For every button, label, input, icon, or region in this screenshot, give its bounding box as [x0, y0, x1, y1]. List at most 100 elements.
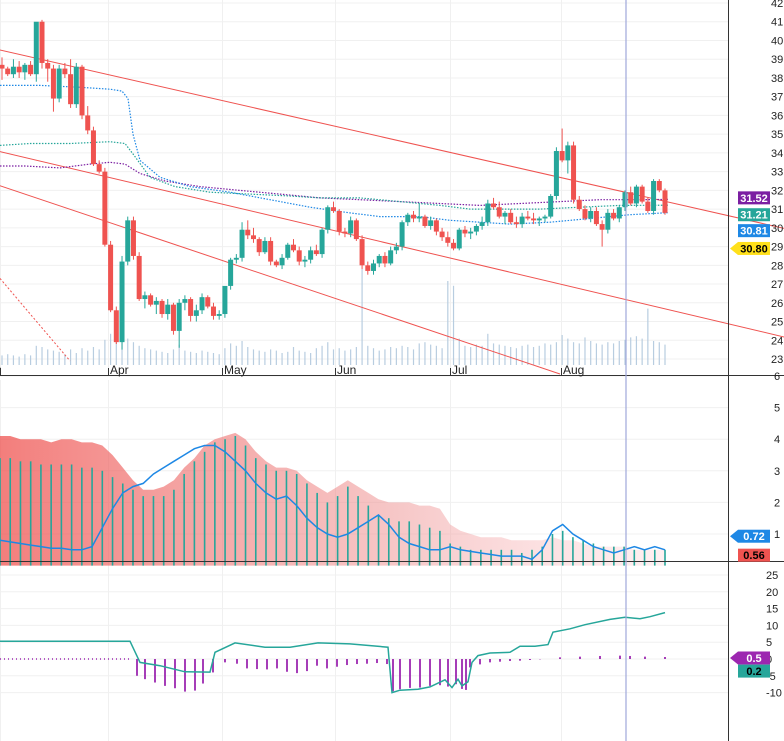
price-y-tick-label: 31 [771, 204, 783, 216]
candle-body [536, 218, 542, 221]
x-axis-tick-label: Jul [452, 363, 467, 377]
candle-body [508, 212, 514, 223]
candle-body [405, 214, 411, 223]
candle-body [576, 199, 582, 210]
candle [188, 297, 194, 322]
candle-body [222, 285, 228, 315]
last-value-tag: 0.72 [730, 529, 770, 543]
last-value-tag: 31.21 [738, 208, 770, 222]
candle [371, 259, 377, 275]
candle [222, 285, 228, 318]
candle [342, 227, 348, 238]
indicator1-y-tick-label: 5 [774, 403, 780, 415]
candle-body [456, 229, 462, 249]
candle-body [5, 68, 11, 75]
price-y-tick-label: 24 [771, 335, 783, 347]
candle [96, 160, 102, 174]
candle [296, 246, 302, 266]
last-value-tag: 0.5 [730, 651, 770, 665]
candle-body [170, 304, 176, 331]
candle-body [325, 207, 331, 230]
candle-body [308, 250, 314, 260]
x-axis-tick-label: Jun [337, 363, 356, 377]
candle-body [462, 229, 468, 234]
candle [182, 295, 188, 311]
candle [28, 61, 34, 77]
candle-body [593, 210, 599, 225]
price-y-tick-label: 23 [771, 354, 783, 366]
candle [153, 297, 159, 315]
candle [210, 302, 216, 320]
tag-value: 30.80 [740, 243, 768, 255]
candle [10, 59, 16, 78]
candle-body [319, 229, 325, 255]
candle [50, 64, 56, 112]
candle [33, 21, 39, 82]
candlestick-series [0, 19, 668, 350]
candle-body [90, 130, 96, 165]
candle [5, 66, 11, 77]
candle-body [22, 64, 28, 73]
dashed-trend-line [0, 278, 71, 362]
candle-body [371, 263, 377, 271]
price-y-tick-label: 26 [771, 298, 783, 310]
candle-body [228, 259, 234, 286]
candle [142, 291, 148, 309]
candle-body [599, 224, 605, 230]
candle-body [445, 237, 451, 243]
price-y-tick-label: 39 [771, 54, 783, 66]
candle [136, 252, 142, 301]
last-value-tag: 0.56 [738, 548, 770, 562]
x-axis-labels: ar Apr May Jun Jul Aug [0, 363, 584, 377]
candle-body [422, 216, 428, 226]
candle-body [645, 201, 651, 211]
candle-body [399, 222, 405, 247]
candle [496, 201, 502, 219]
candle-body [485, 203, 491, 223]
candle-body [519, 216, 525, 225]
candle-body [416, 216, 422, 219]
indicator1-y-tick-label: 3 [774, 466, 780, 478]
candle-body [639, 186, 645, 202]
last-value-tag: 30.81 [738, 224, 770, 238]
candle-body [68, 74, 74, 105]
candle-body [153, 300, 159, 305]
candle [113, 306, 119, 345]
candle-body [531, 218, 537, 221]
candle-body [605, 212, 611, 230]
candle-body [165, 304, 171, 315]
candle-body [296, 250, 302, 262]
indicator2-line [0, 611, 666, 694]
candle-body [148, 295, 154, 305]
candle [422, 214, 428, 228]
candle [359, 235, 365, 270]
candle [73, 62, 79, 108]
candle-body [62, 68, 68, 75]
price-y-tick-label: 35 [771, 129, 783, 141]
candle [571, 141, 577, 204]
candle-body [96, 164, 102, 172]
tag-arrow [730, 651, 738, 665]
tag-value: 31.21 [740, 210, 768, 222]
y-axis-labels: 2324252627282930313233343536373839404142… [766, 0, 783, 700]
candle [79, 64, 85, 120]
candle-body [336, 210, 342, 232]
candle-body [656, 181, 662, 191]
tag-value: 0.56 [743, 550, 764, 562]
candle-body [130, 220, 136, 256]
candle-body [633, 186, 639, 204]
indicator2-y-tick-label: 10 [766, 620, 778, 632]
tag-value: 0.5 [746, 653, 761, 665]
candle-body [33, 21, 39, 75]
candle [170, 302, 176, 335]
candle [165, 299, 171, 320]
price-y-tick-label: 29 [771, 242, 783, 254]
candle-body [142, 295, 148, 300]
candle [125, 216, 131, 266]
candle-body [79, 66, 85, 116]
price-y-tick-label: 36 [771, 110, 783, 122]
tag-value: 0.2 [746, 666, 761, 678]
candle [262, 237, 268, 255]
candle [473, 224, 479, 236]
candle-body [273, 261, 279, 266]
